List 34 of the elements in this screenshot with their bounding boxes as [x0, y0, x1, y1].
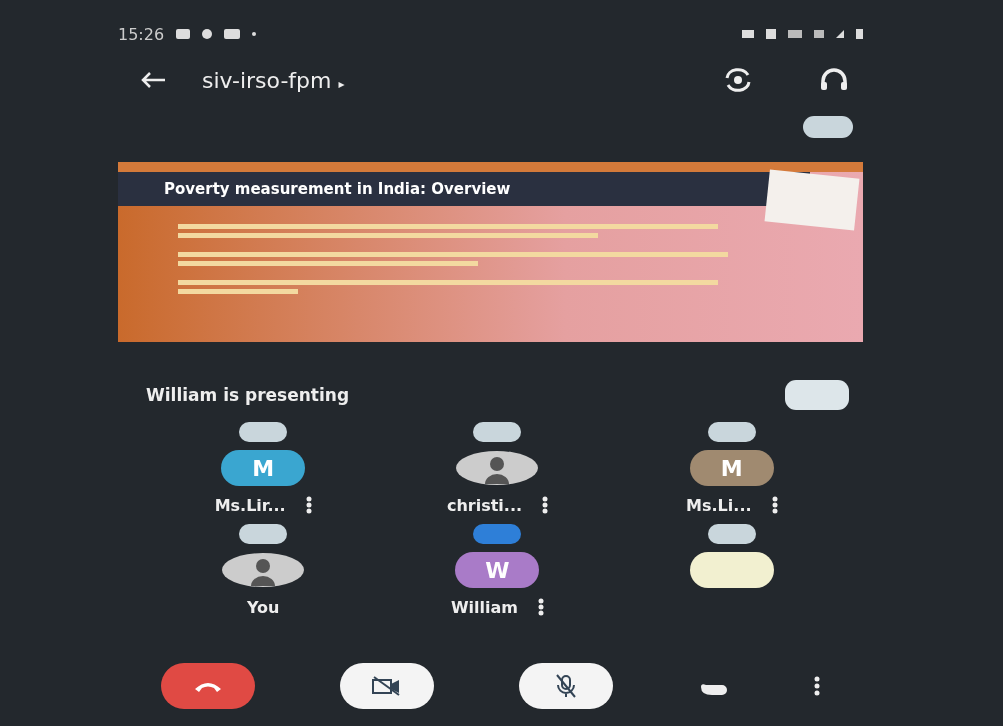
more-options-icon[interactable]: [305, 496, 312, 514]
letter-avatar: M: [221, 450, 306, 486]
back-arrow-icon[interactable]: [140, 71, 166, 89]
more-options-icon[interactable]: [812, 676, 821, 696]
video-icon: [224, 29, 241, 39]
status-time: 15:26: [118, 24, 165, 44]
more-options-icon[interactable]: [542, 496, 549, 514]
mic-off-button[interactable]: [518, 663, 613, 709]
mic-indicator-icon: [803, 116, 853, 138]
letter-avatar: W: [455, 552, 540, 588]
end-call-button[interactable]: [160, 663, 255, 709]
headphones-icon[interactable]: [819, 68, 849, 92]
participant-name: christi...: [446, 495, 523, 515]
dot-icon: [252, 32, 257, 36]
participant-name: Ms.Li...: [686, 495, 752, 515]
signal-icon: [836, 30, 844, 38]
image-icon: [176, 29, 191, 39]
more-options-icon[interactable]: [771, 496, 778, 514]
participant-name: Ms.Lir...: [214, 495, 286, 515]
switch-camera-icon[interactable]: [723, 68, 753, 92]
camera-off-button[interactable]: [339, 663, 434, 709]
notification-icon: [202, 29, 213, 39]
avatar-silhouette-icon: [221, 552, 306, 588]
meeting-title-button[interactable]: siv-irso-fpm ▸: [202, 67, 345, 93]
layout-icon[interactable]: [785, 380, 849, 410]
letter-avatar: M: [689, 450, 774, 486]
mic-off-icon: [553, 673, 578, 699]
more-options-icon[interactable]: [538, 598, 544, 616]
slide-title: Poverty measurement in India: Overview: [118, 172, 810, 206]
battery-icon: [856, 29, 863, 39]
presenting-label: William is presenting: [146, 385, 350, 405]
avatar-silhouette-icon: [455, 450, 540, 486]
participant-name: You: [246, 597, 280, 617]
participant-name: William: [450, 597, 518, 617]
